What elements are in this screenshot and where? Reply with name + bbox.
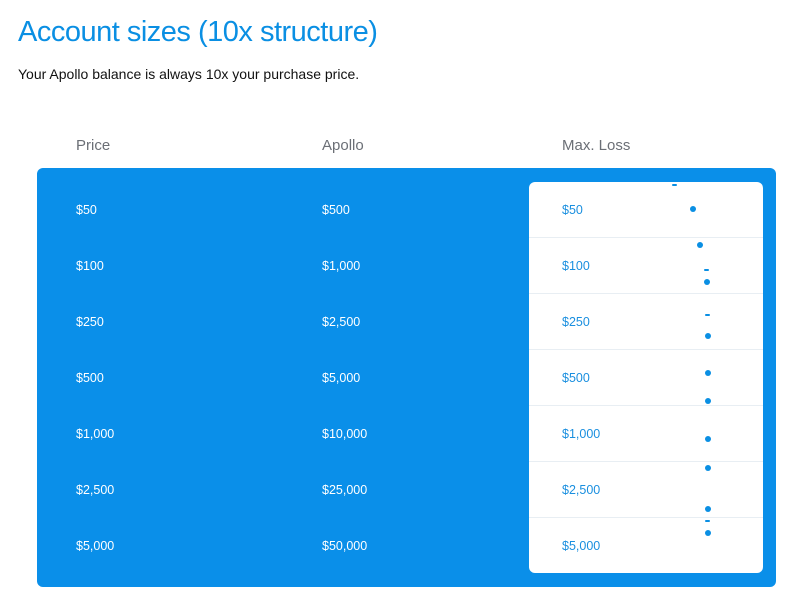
- table-row: $250 $2,500 $250: [37, 294, 776, 350]
- cell-apollo: $500: [322, 203, 350, 217]
- decorative-dot: [705, 436, 711, 442]
- table-row: $500 $5,000 $500: [37, 350, 776, 406]
- cell-price: $2,500: [76, 483, 115, 497]
- column-header-price: Price: [76, 137, 111, 154]
- cell-price: $100: [76, 259, 104, 273]
- decorative-dash: [705, 314, 710, 316]
- table-row: $5,000 $50,000 $5,000: [37, 518, 776, 574]
- decorative-dot: [690, 206, 696, 212]
- column-header-apollo: Apollo: [322, 137, 364, 154]
- cell-price: $250: [76, 315, 104, 329]
- cell-apollo: $2,500: [322, 315, 361, 329]
- decorative-dot: [705, 506, 711, 512]
- decorative-dash: [705, 520, 710, 522]
- cell-apollo: $1,000: [322, 259, 361, 273]
- decorative-dot: [704, 279, 710, 285]
- decorative-dot: [705, 530, 711, 536]
- cell-price: $1,000: [76, 427, 115, 441]
- table-row: $50 $500 $50: [37, 182, 776, 238]
- table-row: $100 $1,000 $100: [37, 238, 776, 294]
- cell-apollo: $10,000: [322, 427, 368, 441]
- decorative-dot: [705, 333, 711, 339]
- cell-max-loss: $250: [562, 315, 590, 329]
- decorative-dot: [705, 398, 711, 404]
- table-row: $2,500 $25,000 $2,500: [37, 462, 776, 518]
- cell-price: $5,000: [76, 539, 115, 553]
- cell-apollo: $25,000: [322, 483, 368, 497]
- decorative-dash: [704, 269, 709, 271]
- decorative-dot: [705, 465, 711, 471]
- column-header-max-loss: Max. Loss: [562, 137, 631, 154]
- page-title: Account sizes (10x structure): [18, 16, 378, 48]
- cell-apollo: $5,000: [322, 371, 361, 385]
- decorative-dot: [705, 370, 711, 376]
- decorative-dot: [697, 242, 703, 248]
- cell-max-loss: $50: [562, 203, 583, 217]
- cell-max-loss: $100: [562, 259, 590, 273]
- cell-max-loss: $1,000: [562, 427, 601, 441]
- cell-price: $50: [76, 203, 97, 217]
- page-subtitle: Your Apollo balance is always 10x your p…: [18, 66, 360, 82]
- cell-price: $500: [76, 371, 104, 385]
- cell-max-loss: $500: [562, 371, 590, 385]
- table-row: $1,000 $10,000 $1,000: [37, 406, 776, 462]
- cell-apollo: $50,000: [322, 539, 368, 553]
- decorative-dash: [672, 184, 677, 186]
- cell-max-loss: $5,000: [562, 539, 601, 553]
- cell-max-loss: $2,500: [562, 483, 601, 497]
